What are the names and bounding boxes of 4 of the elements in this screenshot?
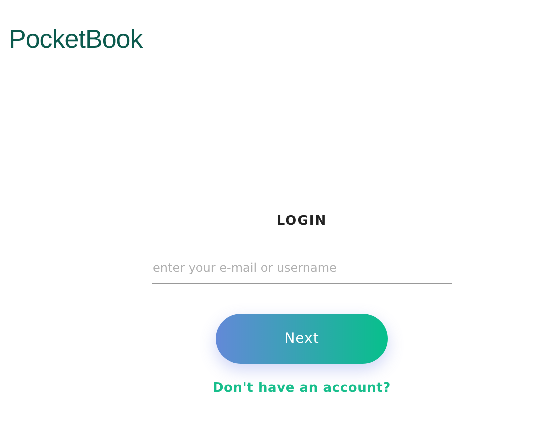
login-title: LOGIN [276,214,328,230]
next-button[interactable]: Next [216,314,388,364]
signup-link[interactable]: Don't have an account? [212,381,392,396]
logo: PocketBook [9,24,143,54]
